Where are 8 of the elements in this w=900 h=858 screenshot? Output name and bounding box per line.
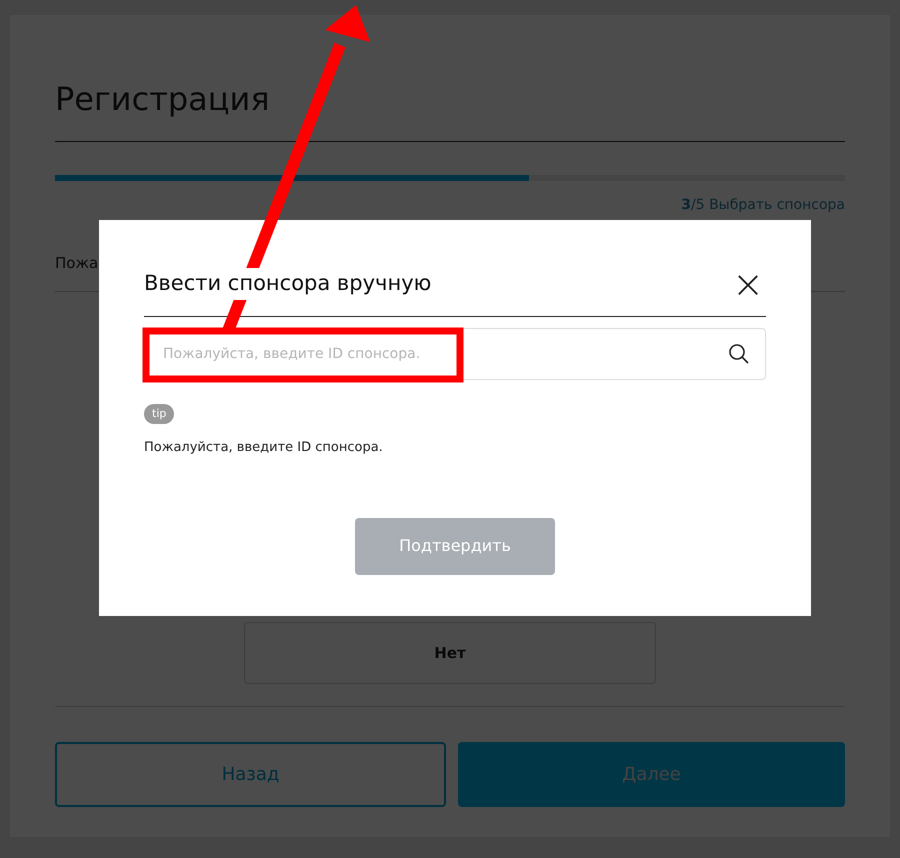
tip-badge: tip [144, 404, 174, 424]
search-icon[interactable] [728, 342, 750, 364]
dialog-title: Ввести спонсора вручную [144, 268, 432, 300]
tip-text: Пожалуйста, введите ID спонсора. [144, 439, 383, 457]
step-label: 3/5 Выбрать спонсора [681, 196, 845, 215]
page-title: Регистрация [55, 79, 270, 120]
close-button[interactable]: × [732, 268, 764, 299]
prompt-text: Пожа [55, 253, 98, 274]
